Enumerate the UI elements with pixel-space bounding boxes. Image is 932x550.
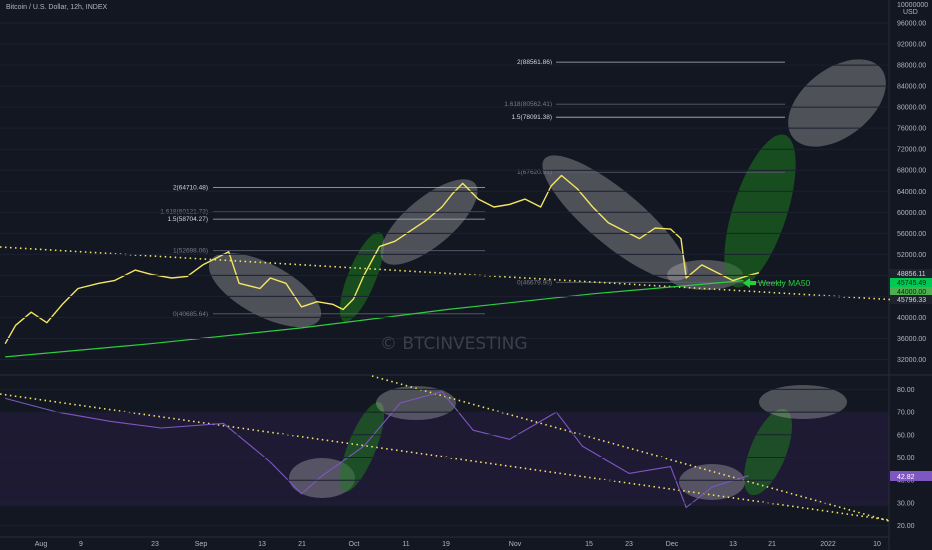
price-unit-top: 10000000 xyxy=(897,2,928,9)
price-tick-label: 68000.00 xyxy=(897,168,926,175)
ma-label: Weekly MA50 xyxy=(758,278,811,288)
time-tick-label: 19 xyxy=(442,541,450,548)
price-tick-label: 88000.00 xyxy=(897,63,926,70)
price-tick-label: 60000.00 xyxy=(897,210,926,217)
time-tick-label: 21 xyxy=(768,541,776,548)
time-tick-label: Nov xyxy=(509,541,522,548)
rsi-tick-label: 70.00 xyxy=(897,410,915,417)
price-tick-label: 76000.00 xyxy=(897,126,926,133)
time-tick-label: 21 xyxy=(298,541,306,548)
fib-level-label: 1(52698.06) xyxy=(173,248,208,255)
price-tick-label: 80000.00 xyxy=(897,105,926,112)
rsi-badge-label: 42.82 xyxy=(897,474,915,481)
highlight-ellipse xyxy=(376,386,456,420)
time-tick-label: Aug xyxy=(35,541,48,548)
chart-title: Bitcoin / U.S. Dollar, 12h, INDEX xyxy=(6,4,108,11)
price-tick-label: 56000.00 xyxy=(897,231,926,238)
price-tick-label: 72000.00 xyxy=(897,147,926,154)
time-tick-label: Dec xyxy=(666,541,679,548)
time-tick-label: 13 xyxy=(258,541,266,548)
time-tick-label: 15 xyxy=(585,541,593,548)
rsi-tick-label: 20.00 xyxy=(897,523,915,530)
time-tick-label: 11 xyxy=(402,541,409,548)
price-badge-label: 48856.11 xyxy=(897,271,926,278)
btc-chart[interactable]: 2(88561.86)1.618(80562.41)1.5(78091.38)1… xyxy=(0,0,932,550)
price-tick-label: 40000.00 xyxy=(897,315,926,322)
price-badge-label: 44000.00 xyxy=(897,289,926,296)
fib-level-label: 0(40685.64) xyxy=(173,311,208,318)
price-tick-label: 92000.00 xyxy=(897,42,926,49)
fib-level-label: 1.5(78091.38) xyxy=(512,114,552,121)
highlight-ellipse xyxy=(679,464,745,500)
time-tick-label: Sep xyxy=(195,541,208,548)
fib-level-label: 1.5(58704.27) xyxy=(168,216,208,223)
price-tick-label: 32000.00 xyxy=(897,357,926,364)
rsi-tick-label: 60.00 xyxy=(897,432,915,439)
watermark-text: © BTCINVESTING xyxy=(380,334,528,354)
fib-level-label: 2(64710.48) xyxy=(173,185,208,192)
price-tick-label: 96000.00 xyxy=(897,21,926,28)
price-tick-label: 84000.00 xyxy=(897,84,926,91)
price-badge-label: 45745.49 xyxy=(897,280,926,287)
time-tick-label: 23 xyxy=(151,541,159,548)
price-tick-label: 36000.00 xyxy=(897,336,926,343)
rsi-tick-label: 50.00 xyxy=(897,455,915,462)
price-unit-bottom: USD xyxy=(903,9,918,16)
time-tick-label: Oct xyxy=(349,541,360,548)
time-tick-label: 2022 xyxy=(820,541,836,548)
highlight-ellipse xyxy=(759,385,847,419)
rsi-tick-label: 30.00 xyxy=(897,500,915,507)
price-tick-label: 64000.00 xyxy=(897,189,926,196)
price-badge-label: 45796.33 xyxy=(897,297,926,304)
price-tick-label: 52000.00 xyxy=(897,252,926,259)
time-tick-label: 10 xyxy=(873,541,881,548)
rsi-tick-label: 80.00 xyxy=(897,387,915,394)
time-tick-label: 13 xyxy=(729,541,737,548)
time-tick-label: 23 xyxy=(625,541,633,548)
time-tick-label: 9 xyxy=(79,541,83,548)
fib-level-label: 0(46679.90) xyxy=(517,279,552,286)
